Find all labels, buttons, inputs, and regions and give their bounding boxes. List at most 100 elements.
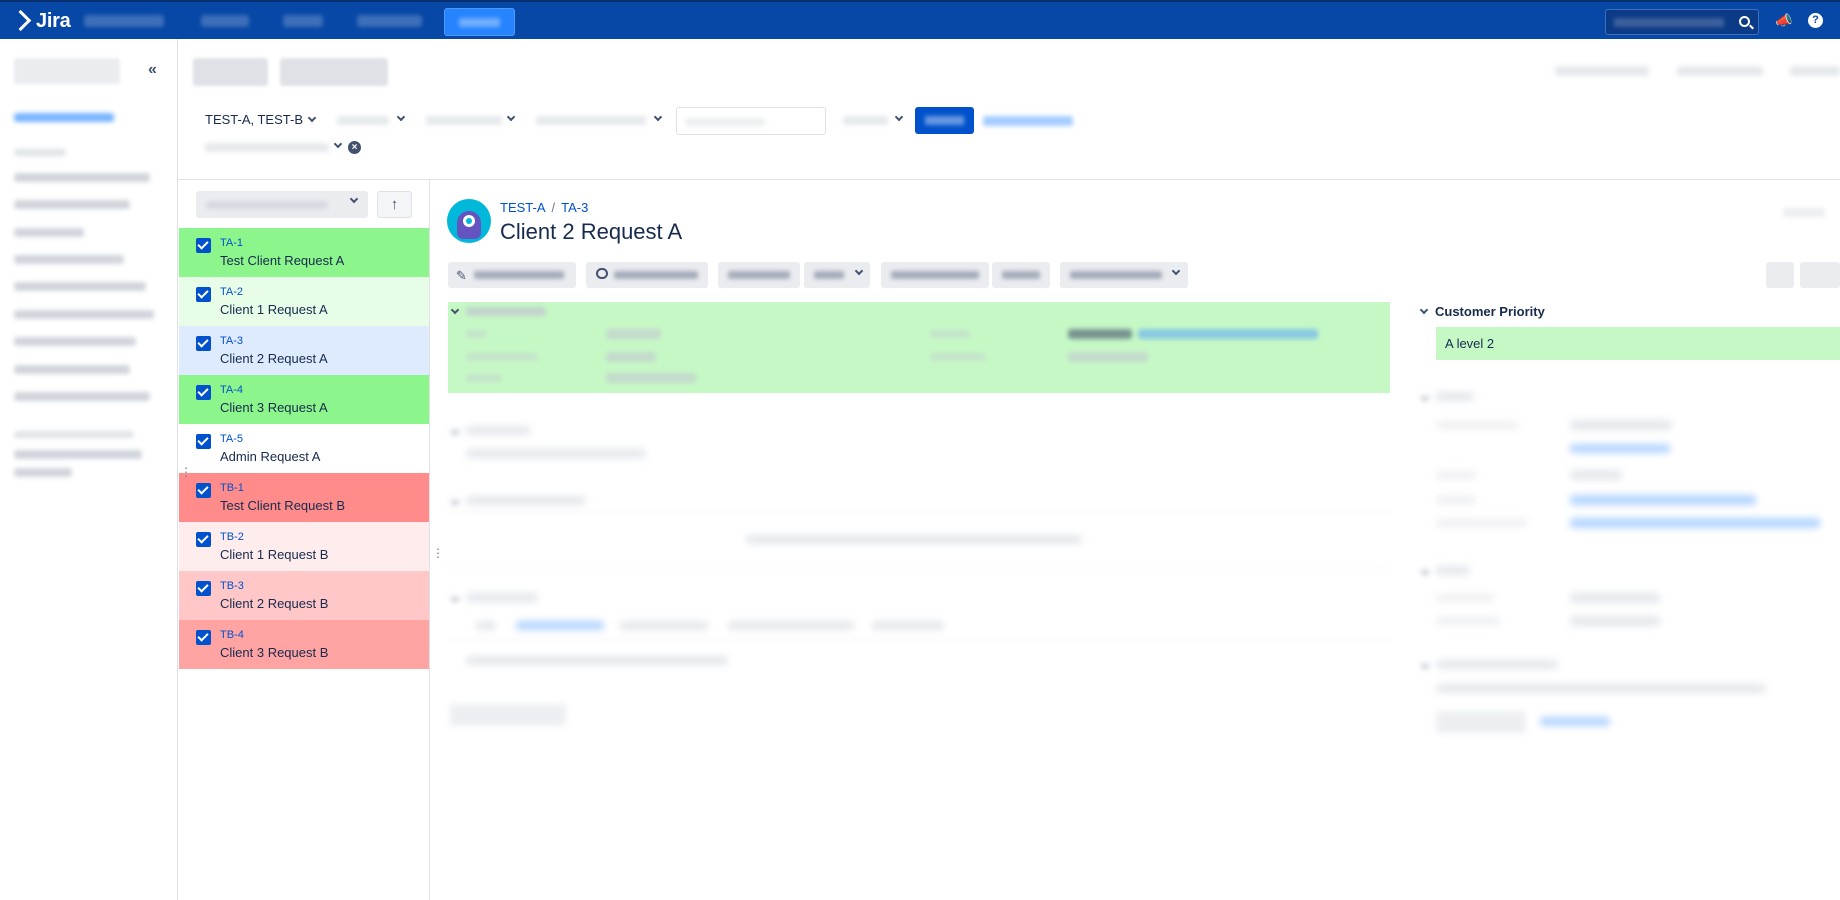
field-value-link[interactable] bbox=[1138, 329, 1318, 339]
sidebar-item[interactable] bbox=[14, 450, 142, 459]
sidebar-item[interactable] bbox=[14, 392, 150, 401]
chevron-down-icon[interactable] bbox=[450, 496, 460, 506]
sidebar-item[interactable] bbox=[14, 468, 72, 477]
type-filter-select[interactable] bbox=[337, 116, 389, 125]
assign-to-me-link[interactable] bbox=[1570, 444, 1670, 453]
chevron-down-icon[interactable] bbox=[450, 593, 460, 603]
issue-list-item[interactable]: TA-5 Admin Request A bbox=[179, 424, 429, 473]
checkbox-icon[interactable] bbox=[196, 630, 211, 645]
field-value-link[interactable] bbox=[1570, 495, 1756, 505]
customer-priority-value: A level 2 bbox=[1445, 336, 1495, 351]
clear-icon[interactable]: × bbox=[348, 141, 361, 154]
issue-list-item[interactable]: TA-2 Client 1 Request A bbox=[179, 277, 429, 326]
share-button[interactable] bbox=[1555, 66, 1649, 76]
checkbox-icon[interactable] bbox=[196, 336, 211, 351]
workflow-button-1[interactable] bbox=[881, 262, 989, 288]
more-filters-select[interactable] bbox=[843, 116, 888, 125]
details-section-heading bbox=[466, 307, 546, 316]
checkbox-icon[interactable] bbox=[196, 434, 211, 449]
jira-logo[interactable]: Jira bbox=[13, 10, 71, 32]
assignee-filter-select[interactable] bbox=[536, 116, 646, 125]
checkbox-icon[interactable] bbox=[196, 385, 211, 400]
time-tracking-link[interactable] bbox=[1540, 717, 1610, 726]
sidebar-item[interactable] bbox=[14, 173, 150, 182]
assign-button[interactable] bbox=[718, 262, 800, 288]
sidebar-item[interactable] bbox=[14, 282, 146, 291]
advanced-search-link[interactable] bbox=[983, 116, 1073, 126]
issue-list-item[interactable]: TB-1 Test Client Request B bbox=[179, 473, 429, 522]
text-search-input[interactable] bbox=[676, 107, 826, 135]
issue-list-item-selected[interactable]: TA-3 Client 2 Request A bbox=[179, 326, 429, 375]
chevron-down-icon[interactable] bbox=[450, 305, 460, 315]
save-as-button[interactable] bbox=[280, 58, 388, 86]
share-icon-button[interactable] bbox=[1766, 262, 1794, 288]
extra-criteria-filter[interactable] bbox=[205, 143, 329, 152]
comment-icon bbox=[596, 268, 608, 279]
megaphone-icon[interactable]: 📣 bbox=[1775, 13, 1792, 27]
field-label bbox=[466, 353, 538, 361]
activity-tab-all[interactable] bbox=[476, 621, 496, 630]
chevron-down-icon[interactable] bbox=[1419, 305, 1429, 315]
search-submit-button[interactable] bbox=[915, 107, 974, 134]
help-icon[interactable]: ? bbox=[1808, 13, 1823, 28]
sidebar-item[interactable] bbox=[14, 337, 136, 346]
issue-list-item[interactable]: TB-3 Client 2 Request B bbox=[179, 571, 429, 620]
nav-menu-projects[interactable] bbox=[201, 15, 249, 27]
breadcrumb-issue-link[interactable]: TA-3 bbox=[561, 200, 588, 215]
checkbox-icon[interactable] bbox=[196, 287, 211, 302]
activity-tab-comments[interactable] bbox=[516, 621, 604, 630]
list-resize-handle[interactable]: ⋮ bbox=[432, 547, 444, 559]
global-search-input[interactable] bbox=[1605, 9, 1759, 35]
workflow-button-2[interactable] bbox=[992, 262, 1050, 288]
issue-list-item[interactable]: TB-2 Client 1 Request B bbox=[179, 522, 429, 571]
checkbox-icon[interactable] bbox=[196, 238, 211, 253]
checkbox-icon[interactable] bbox=[196, 483, 211, 498]
breadcrumb-project-link[interactable]: TEST-A bbox=[500, 200, 546, 215]
add-comment-button[interactable] bbox=[450, 704, 566, 726]
create-button[interactable] bbox=[444, 8, 515, 36]
comment-button[interactable] bbox=[586, 262, 708, 288]
sidebar-resize-handle[interactable]: ⋮ bbox=[180, 466, 192, 478]
arrow-up-icon[interactable]: ↑ bbox=[377, 191, 412, 218]
issue-list-item[interactable]: TA-1 Test Client Request A bbox=[179, 228, 429, 277]
issue-list-item[interactable]: TB-4 Client 3 Request B bbox=[179, 620, 429, 669]
sidebar-item[interactable] bbox=[14, 228, 84, 237]
more-actions-button[interactable] bbox=[804, 262, 870, 288]
new-filter-button[interactable] bbox=[14, 58, 120, 84]
nav-menu-boards[interactable] bbox=[357, 15, 422, 27]
sidebar-item[interactable] bbox=[14, 310, 154, 319]
activity-tab-transitions[interactable] bbox=[872, 621, 944, 630]
chevron-down-icon[interactable] bbox=[1420, 392, 1430, 402]
sidebar-item[interactable] bbox=[14, 200, 130, 209]
export-button[interactable] bbox=[1677, 66, 1763, 76]
nav-menu-dashboards[interactable] bbox=[84, 15, 164, 27]
export-icon-button[interactable] bbox=[1800, 262, 1840, 288]
edit-button[interactable]: ✎ bbox=[448, 262, 576, 288]
chevron-down-icon[interactable] bbox=[1420, 566, 1430, 576]
field-label bbox=[1436, 471, 1476, 479]
attachments-dropzone[interactable] bbox=[746, 535, 1082, 544]
checkbox-icon[interactable] bbox=[196, 532, 211, 547]
sidebar-item-find-filters[interactable] bbox=[14, 113, 114, 122]
workflow-select[interactable] bbox=[1060, 262, 1188, 288]
nav-menu-issues[interactable] bbox=[283, 15, 323, 27]
sidebar-item[interactable] bbox=[14, 365, 130, 374]
search-button-top[interactable] bbox=[193, 58, 268, 86]
activity-tab-worklog[interactable] bbox=[620, 621, 708, 630]
activity-tab-history[interactable] bbox=[728, 621, 854, 630]
issue-summary: Test Client Request B bbox=[220, 498, 346, 513]
time-tracking-button[interactable] bbox=[1436, 711, 1526, 733]
checkbox-icon[interactable] bbox=[196, 581, 211, 596]
order-by-select[interactable] bbox=[196, 191, 368, 218]
tools-button[interactable] bbox=[1790, 66, 1840, 76]
sidebar-item[interactable] bbox=[14, 255, 124, 264]
field-value-link[interactable] bbox=[1570, 518, 1820, 528]
chevron-down-icon[interactable] bbox=[1420, 660, 1430, 670]
description-text bbox=[466, 449, 646, 458]
issue-key: TB-4 bbox=[220, 629, 244, 641]
collapse-icon[interactable]: « bbox=[148, 61, 157, 79]
chevron-down-icon[interactable] bbox=[450, 426, 460, 436]
project-filter-select[interactable]: TEST-A, TEST-B bbox=[205, 112, 317, 127]
issue-list-item[interactable]: TA-4 Client 3 Request A bbox=[179, 375, 429, 424]
status-filter-select[interactable] bbox=[426, 116, 502, 125]
